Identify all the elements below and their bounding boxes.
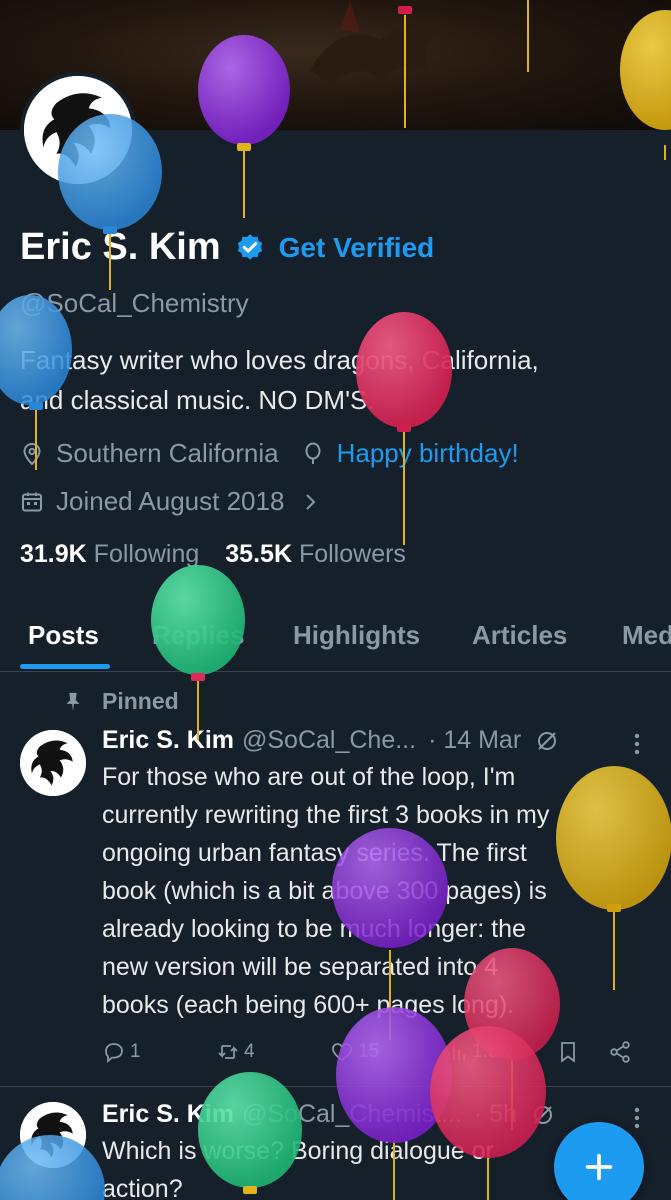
grok-icon[interactable] — [531, 1103, 555, 1127]
post-header: Eric S. Kim @SoCal_Che... · 14 Mar — [102, 726, 559, 755]
grok-icon[interactable] — [535, 729, 559, 753]
post-avatar[interactable] — [20, 1102, 86, 1168]
share-button[interactable] — [608, 1040, 636, 1064]
dragon-logo-icon — [24, 76, 132, 184]
views-chart-icon — [448, 1046, 465, 1060]
pin-icon — [66, 692, 80, 711]
get-verified-link[interactable]: Get Verified — [279, 232, 435, 264]
profile-joined: Joined August 2018 — [56, 486, 285, 516]
birthday-text: Happy birthday! — [336, 438, 519, 468]
followers-link[interactable]: 35.5K Followers — [225, 540, 406, 569]
tab-articles[interactable]: Articles — [472, 620, 567, 651]
like-count: 15 — [358, 1041, 380, 1062]
post-line: new version will be separated into 4 — [102, 953, 499, 981]
tab-posts[interactable]: Posts — [28, 620, 99, 651]
post-divider — [0, 1086, 671, 1087]
post-body: For those who are out of the loop, I'm c… — [102, 758, 642, 1024]
post-line: already looking to be much longer: the — [102, 915, 526, 943]
repost-button[interactable]: 4 — [216, 1040, 255, 1064]
tab-replies[interactable]: Replies — [152, 620, 245, 651]
verified-badge-icon[interactable] — [235, 233, 265, 263]
repost-count: 4 — [244, 1041, 255, 1062]
active-tab-indicator — [20, 664, 110, 669]
follow-stats: 31.9K Following 35.5K Followers — [20, 540, 406, 569]
reply-icon — [105, 1043, 123, 1063]
profile-joined-row[interactable]: Joined August 2018 — [20, 486, 334, 517]
post-header: Eric S. Kim @SoCal_Chemist... · 5h — [102, 1100, 555, 1129]
tab-highlights[interactable]: Highlights — [293, 620, 420, 651]
profile-name: Eric S. Kim — [20, 226, 221, 268]
post-author-name[interactable]: Eric S. Kim — [102, 726, 234, 755]
bio-line: and classical music. NO DM'S. — [20, 385, 375, 415]
banner-dragon-image — [310, 0, 440, 85]
tab-media[interactable]: Med — [622, 620, 671, 651]
post-avatar[interactable] — [20, 730, 86, 796]
profile-avatar[interactable] — [20, 72, 136, 188]
bookmark-button[interactable] — [556, 1040, 584, 1064]
post-line: For those who are out of the loop, I'm — [102, 763, 516, 791]
dragon-logo-icon — [20, 730, 86, 796]
reply-button[interactable]: 1 — [102, 1040, 141, 1064]
heart-icon — [332, 1043, 352, 1062]
calendar-icon — [22, 492, 42, 511]
pinned-label: Pinned — [102, 688, 179, 714]
more-options-icon[interactable] — [633, 732, 641, 756]
profile-location: Southern California — [56, 438, 279, 468]
post-line: books (each being 600+ pages long). — [102, 991, 515, 1019]
more-options-icon[interactable] — [633, 1106, 641, 1130]
like-button[interactable]: 15 — [330, 1040, 379, 1064]
post-line: currently rewriting the first 3 books in… — [102, 801, 550, 829]
bookmark-icon — [561, 1042, 575, 1063]
views-count: 1.5K — [472, 1041, 512, 1062]
profile-tabs: Posts Replies Highlights Articles Med — [0, 600, 671, 672]
profile-bio: Fantasy writer who loves dragons, Califo… — [20, 340, 640, 420]
post-author-name[interactable]: Eric S. Kim — [102, 1100, 234, 1129]
bio-line: Fantasy writer who loves dragons, Califo… — [20, 345, 539, 375]
post-line: ongoing urban fantasy series. The first — [102, 839, 527, 867]
views-button[interactable]: 1.5K — [444, 1040, 511, 1064]
pinned-label-row: Pinned — [62, 688, 179, 715]
post-date[interactable]: · 14 Mar — [428, 726, 521, 755]
plus-icon — [585, 1153, 613, 1181]
post-author-handle[interactable]: @SoCal_Chemist... — [242, 1100, 462, 1129]
profile-meta-row: Southern California Happy birthday! — [20, 438, 519, 469]
chevron-right-icon — [306, 493, 316, 510]
location-pin-icon — [23, 442, 41, 465]
dragon-logo-icon — [20, 1102, 86, 1168]
following-link[interactable]: 31.9K Following — [20, 540, 199, 569]
post-date[interactable]: · 5h — [474, 1100, 517, 1129]
profile-handle: @SoCal_Chemistry — [20, 288, 249, 318]
repost-icon — [218, 1045, 238, 1059]
post-actions: 1 4 15 1.5K — [102, 1040, 642, 1070]
post-author-handle[interactable]: @SoCal_Che... — [242, 726, 416, 755]
post-line: book (which is a bit above 300 pages) is — [102, 877, 547, 905]
share-icon — [610, 1041, 630, 1063]
reply-count: 1 — [130, 1041, 141, 1062]
profile-name-row: Eric S. Kim Get Verified — [20, 226, 434, 269]
balloon-icon — [305, 442, 321, 464]
